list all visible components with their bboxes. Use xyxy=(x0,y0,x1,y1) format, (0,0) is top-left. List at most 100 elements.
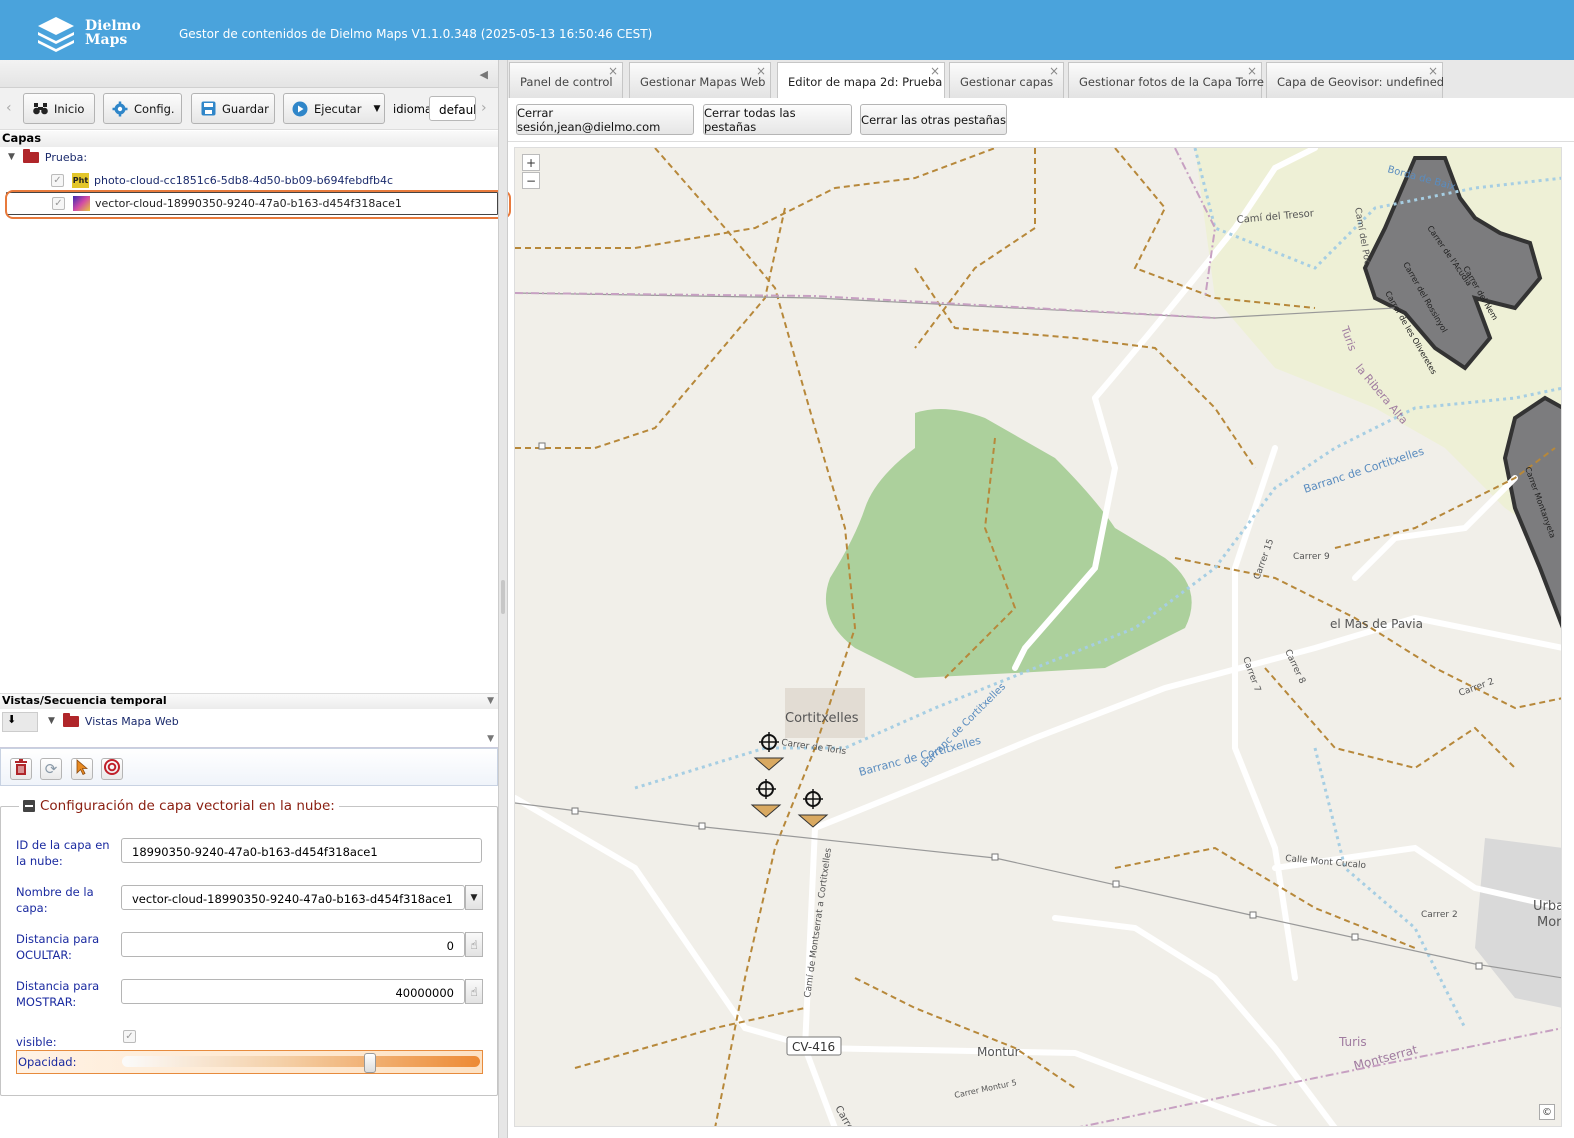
tab-editor-mapa[interactable]: Editor de mapa 2d: Prueba × xyxy=(777,62,945,99)
opacity-label: Opacidad: xyxy=(18,1055,77,1069)
chevron-down-icon: ▼ xyxy=(470,892,478,903)
map-canvas[interactable]: Cortitxelles Carrer de Toris Barranc de … xyxy=(514,147,1562,1127)
panel-splitter[interactable] xyxy=(498,60,508,1138)
config-legend[interactable]: Configuración de capa vectorial en la nu… xyxy=(19,798,339,814)
app-title: Gestor de contenidos de Dielmo Maps V1.1… xyxy=(179,27,653,41)
expand-triangle-icon[interactable]: ▼ xyxy=(48,716,55,726)
tab-gestionar-capas[interactable]: Gestionar capas × xyxy=(949,62,1064,98)
visible-label: visible: xyxy=(16,1035,57,1049)
label-carrer9: Carrer 9 xyxy=(1293,552,1330,562)
refresh-button[interactable]: ⟳ xyxy=(40,758,62,780)
logo-line1: Dielmo xyxy=(85,18,141,34)
collapse-panel-icon[interactable]: ◀ xyxy=(480,68,488,81)
show-distance-input[interactable]: 40000000 xyxy=(121,979,465,1004)
hand-pointer-icon: ☝ xyxy=(470,937,478,952)
app-header: Dielmo Maps Gestor de contenidos de Diel… xyxy=(0,0,1574,60)
label-turis-2: Turis xyxy=(1338,1035,1367,1049)
views-group-label: Vistas Mapa Web xyxy=(84,714,179,728)
zoom-in-button[interactable]: + xyxy=(522,154,540,171)
close-icon[interactable]: × xyxy=(1049,64,1059,78)
label-cv416: CV-416 xyxy=(792,1040,835,1054)
label-mas-pavia: el Mas de Pavia xyxy=(1330,617,1423,631)
close-icon[interactable]: × xyxy=(1428,64,1438,78)
visible-checkbox[interactable]: ✓ xyxy=(123,1030,136,1043)
opacity-slider-track[interactable] xyxy=(122,1053,480,1073)
label-carretera: Carretera de xyxy=(832,1104,873,1127)
label-montur: Montur xyxy=(977,1045,1020,1059)
layer-name-dropdown-button[interactable]: ▼ xyxy=(465,885,483,910)
show-distance-label: Distancia para MOSTRAR: xyxy=(16,979,100,1009)
label-carrer-montur: Carrer Montur 5 xyxy=(954,1078,1018,1100)
tab-capa-geovisor[interactable]: Capa de Geovisor: undefined × xyxy=(1266,62,1445,98)
tab-gestionar-mapas[interactable]: Gestionar Mapas Web × xyxy=(629,62,771,98)
hide-distance-label: Distancia para OCULTAR: xyxy=(16,932,100,962)
refresh-icon: ⟳ xyxy=(44,760,58,778)
target-button[interactable] xyxy=(101,758,123,780)
show-distance-spinner[interactable]: ☝ xyxy=(465,979,483,1004)
views-header-label: Vistas/Secuencia temporal xyxy=(2,694,167,707)
ejecutar-label: Ejecutar xyxy=(314,101,362,116)
close-icon[interactable]: × xyxy=(930,64,940,78)
layer-group-prueba[interactable]: ▼ Prueba: xyxy=(8,147,87,167)
select-button[interactable] xyxy=(71,758,93,780)
trash-icon xyxy=(14,759,28,779)
main-toolbar: ‹ Inicio Config. Guardar Ejecutar ▼ idio… xyxy=(0,88,498,130)
layer-visibility-checkbox[interactable]: ✓ xyxy=(51,173,64,187)
panel-separator: ▼ xyxy=(0,734,498,748)
ejecutar-button[interactable]: Ejecutar ▼ xyxy=(283,93,385,124)
layer-name-label: Nombre de la capa: xyxy=(16,885,94,915)
layer-actions-toolbar: ⟳ xyxy=(0,748,498,786)
zoom-out-button[interactable]: − xyxy=(522,172,540,189)
config-button[interactable]: Config. xyxy=(103,93,182,124)
toolbar-scroll-right-icon[interactable]: › xyxy=(481,100,487,116)
layer-name-input[interactable]: vector-cloud-18990350-9240-47a0-b163-d45… xyxy=(121,885,465,910)
toolbar-scroll-left-icon[interactable]: ‹ xyxy=(6,100,12,116)
inicio-label: Inicio xyxy=(54,101,85,116)
cursor-icon xyxy=(76,759,89,779)
label-carrer15: Carrer 15 xyxy=(1252,538,1276,581)
layers-header: Capas xyxy=(0,131,498,147)
close-icon[interactable]: × xyxy=(1247,64,1257,78)
guardar-label: Guardar xyxy=(222,101,269,116)
views-group[interactable]: ▼ Vistas Mapa Web xyxy=(48,711,179,731)
attribution-button[interactable]: © xyxy=(1539,1104,1555,1120)
config-label: Config. xyxy=(134,101,175,116)
close-other-tabs-button[interactable]: Cerrar las otras pestañas xyxy=(860,104,1007,135)
logout-button[interactable]: Cerrar sesión,jean@dielmo.com xyxy=(516,104,694,135)
left-panel: ◀ ‹ Inicio Config. Guardar Ejecutar ▼ id… xyxy=(0,60,498,1138)
views-header: Vistas/Secuencia temporal ▼ xyxy=(0,693,498,709)
folder-icon xyxy=(62,712,79,727)
layer-item-photo-cloud[interactable]: ✓ Pht photo-cloud-cc1851c6-5db8-4d50-bb0… xyxy=(51,170,393,190)
close-icon[interactable]: × xyxy=(756,64,766,78)
gear-icon xyxy=(112,101,128,117)
label-mor: Mor xyxy=(1537,915,1562,930)
close-icon[interactable]: × xyxy=(608,64,618,78)
opacity-row: Opacidad: xyxy=(16,1050,483,1074)
download-icon[interactable]: ⬇ xyxy=(2,712,38,732)
opacity-slider-thumb[interactable] xyxy=(364,1053,377,1073)
cloud-id-label: ID de la capa en la nube: xyxy=(16,838,110,868)
config-legend-label: Configuración de capa vectorial en la nu… xyxy=(40,798,335,814)
tab-label: Capa de Geovisor: undefined xyxy=(1277,75,1445,89)
hide-distance-input[interactable]: 0 xyxy=(121,932,465,957)
tab-gestionar-fotos[interactable]: Gestionar fotos de la Capa Torre × xyxy=(1068,62,1264,98)
close-all-tabs-button[interactable]: Cerrar todas las pestañas xyxy=(703,104,852,135)
hide-distance-spinner[interactable]: ☝ xyxy=(465,932,483,957)
chevron-down-icon[interactable]: ▼ xyxy=(487,696,494,706)
idioma-select[interactable]: default xyxy=(429,96,476,121)
binoculars-icon xyxy=(32,101,48,117)
chevron-down-icon[interactable]: ▼ xyxy=(487,734,494,744)
label-cortitxelles: Cortitxelles xyxy=(785,711,859,726)
chevron-down-icon: ▼ xyxy=(373,103,381,114)
inicio-button[interactable]: Inicio xyxy=(23,93,95,124)
tab-panel-control[interactable]: Panel de control × xyxy=(509,62,623,98)
collapse-minus-icon[interactable] xyxy=(23,800,35,812)
tab-label: Gestionar capas xyxy=(960,75,1054,89)
delete-button[interactable] xyxy=(10,758,32,780)
cloud-id-input[interactable]: 18990350-9240-47a0-b163-d454f318ace1 xyxy=(121,838,482,863)
hand-pointer-icon: ☝ xyxy=(470,984,478,999)
label-barranc: Barranc de Cortitxelles xyxy=(857,734,982,779)
expand-triangle-icon[interactable]: ▼ xyxy=(8,152,15,162)
guardar-button[interactable]: Guardar xyxy=(191,93,275,124)
label-barranc-3: Barranc de Cortitxelles xyxy=(1302,445,1426,496)
